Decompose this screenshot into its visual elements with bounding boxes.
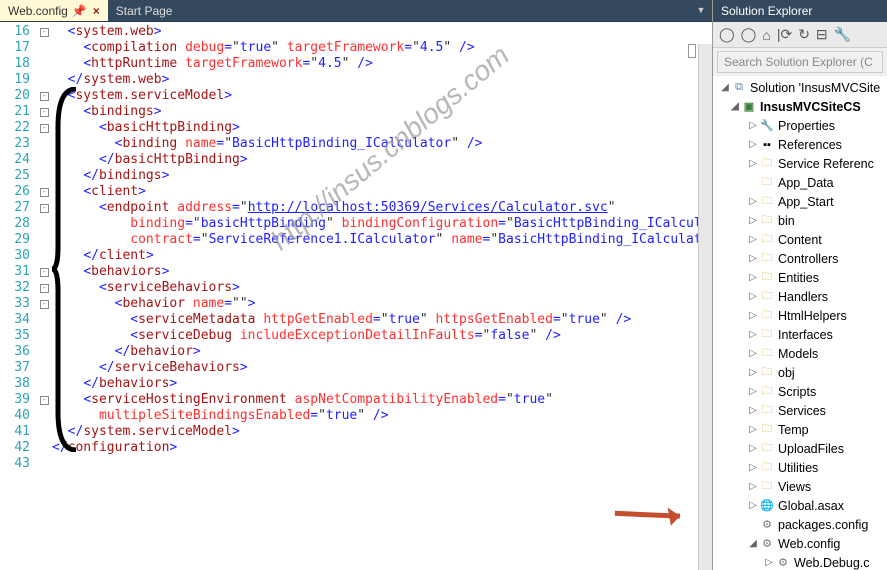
tree-item-scripts[interactable]: ▷🗀Scripts <box>713 382 887 401</box>
folder-icon: 🗀 <box>759 232 775 248</box>
solution-icon: ⧉ <box>731 80 747 96</box>
panel-title: Solution Explorer <box>713 0 887 22</box>
folder-icon: 🗀 <box>759 346 775 362</box>
tab-webconfig[interactable]: Web.config 📌 × <box>0 0 108 21</box>
folder-icon: 🗀 <box>759 156 775 172</box>
line-number-gutter: 16 17 18 19 20 21 22 23 24 25 26 27 28 2… <box>0 22 36 570</box>
tab-label: Start Page <box>116 4 173 18</box>
tab-label: Web.config <box>8 4 68 18</box>
tree-item-obj[interactable]: ▷🗀obj <box>713 363 887 382</box>
tree-item-appdata[interactable]: 🗀App_Data <box>713 173 887 192</box>
folder-icon: 🗀 <box>759 384 775 400</box>
folder-icon: 🗀 <box>759 441 775 457</box>
fold-toggle[interactable]: - <box>40 108 49 117</box>
config-icon: ⚙ <box>759 517 775 533</box>
collapse-icon[interactable]: ⊟ <box>816 26 828 43</box>
folder-icon: 🗀 <box>759 460 775 476</box>
tree-item-interfaces[interactable]: ▷🗀Interfaces <box>713 325 887 344</box>
properties-icon[interactable]: 🔧 <box>834 26 851 43</box>
tree-item-bin[interactable]: ▷🗀bin <box>713 211 887 230</box>
code-editor[interactable]: 16 17 18 19 20 21 22 23 24 25 26 27 28 2… <box>0 22 712 570</box>
folder-icon: 🗀 <box>759 289 775 305</box>
split-handle[interactable] <box>688 44 696 58</box>
fold-toggle[interactable]: - <box>40 396 49 405</box>
folder-icon: 🗀 <box>759 308 775 324</box>
fold-toggle[interactable]: - <box>40 124 49 133</box>
tree-item-webconfig[interactable]: ◢⚙Web.config <box>713 534 887 553</box>
folder-icon: 🗀 <box>759 175 775 191</box>
folder-icon: 🗀 <box>759 327 775 343</box>
tree-item-servicerefs[interactable]: ▷🗀Service Referenc <box>713 154 887 173</box>
tree-item-utilities[interactable]: ▷🗀Utilities <box>713 458 887 477</box>
folder-icon: 🗀 <box>759 194 775 210</box>
solution-tree[interactable]: ◢⧉Solution 'InsusMVCSite ◢▣InsusMVCSiteC… <box>713 76 887 570</box>
refresh-icon[interactable]: ↻ <box>798 26 810 43</box>
folder-icon: 🗀 <box>759 251 775 267</box>
folder-icon: 🗀 <box>759 213 775 229</box>
tree-item-controllers[interactable]: ▷🗀Controllers <box>713 249 887 268</box>
folder-icon: 🗀 <box>759 422 775 438</box>
tree-item-htmlhelpers[interactable]: ▷🗀HtmlHelpers <box>713 306 887 325</box>
fold-toggle[interactable]: - <box>40 284 49 293</box>
wrench-icon: 🔧 <box>759 118 775 134</box>
fold-toggle[interactable]: - <box>40 300 49 309</box>
solution-search[interactable]: Search Solution Explorer (C <box>717 51 883 73</box>
tab-overflow-dropdown[interactable]: ▼ <box>692 0 710 20</box>
tree-item-references[interactable]: ▷▪▪References <box>713 135 887 154</box>
fold-toggle[interactable]: - <box>40 268 49 277</box>
tree-item-globalasax[interactable]: ▷🌐Global.asax <box>713 496 887 515</box>
tree-item-views[interactable]: ▷🗀Views <box>713 477 887 496</box>
tree-item-handlers[interactable]: ▷🗀Handlers <box>713 287 887 306</box>
fold-toggle[interactable]: - <box>40 28 49 37</box>
editor-pane: Web.config 📌 × Start Page ▼ 16 17 18 19 … <box>0 0 712 570</box>
folder-icon: 🗀 <box>759 403 775 419</box>
fold-gutter: - - - - - - - - - - <box>36 22 52 570</box>
tree-item-temp[interactable]: ▷🗀Temp <box>713 420 887 439</box>
fold-toggle[interactable]: - <box>40 204 49 213</box>
tab-startpage[interactable]: Start Page <box>108 0 181 21</box>
tab-bar: Web.config 📌 × Start Page ▼ <box>0 0 712 22</box>
folder-icon: 🗀 <box>759 479 775 495</box>
tree-item-appstart[interactable]: ▷🗀App_Start <box>713 192 887 211</box>
tree-item-webdebug[interactable]: ▷⚙Web.Debug.c <box>713 553 887 570</box>
close-icon[interactable]: × <box>93 4 100 18</box>
home-icon[interactable]: ⌂ <box>762 27 770 43</box>
tree-item-properties[interactable]: ▷🔧Properties <box>713 116 887 135</box>
forward-icon[interactable]: ◯ <box>741 26 757 43</box>
project-node[interactable]: ◢▣InsusMVCSiteCS <box>713 97 887 116</box>
tree-item-content[interactable]: ▷🗀Content <box>713 230 887 249</box>
solution-toolbar: ◯ ◯ ⌂ |⟳ ↻ ⊟ 🔧 <box>713 22 887 48</box>
fold-toggle[interactable]: - <box>40 92 49 101</box>
code-content[interactable]: <system.web> <compilation debug="true" t… <box>52 22 712 570</box>
project-icon: ▣ <box>741 99 757 115</box>
solution-root[interactable]: ◢⧉Solution 'InsusMVCSite <box>713 78 887 97</box>
config-icon: ⚙ <box>759 536 775 552</box>
tree-item-models[interactable]: ▷🗀Models <box>713 344 887 363</box>
folder-icon: 🗀 <box>759 270 775 286</box>
tree-item-packagesconfig[interactable]: ⚙packages.config <box>713 515 887 534</box>
config-icon: ⚙ <box>775 555 791 570</box>
tree-item-entities[interactable]: ▷🗀Entities <box>713 268 887 287</box>
pin-icon[interactable]: 📌 <box>72 4 87 18</box>
tree-item-uploadfiles[interactable]: ▷🗀UploadFiles <box>713 439 887 458</box>
folder-icon: 🗀 <box>759 365 775 381</box>
back-icon[interactable]: ◯ <box>719 26 735 43</box>
globe-icon: 🌐 <box>759 498 775 514</box>
fold-toggle[interactable]: - <box>40 188 49 197</box>
tree-item-services[interactable]: ▷🗀Services <box>713 401 887 420</box>
solution-explorer: Solution Explorer ◯ ◯ ⌂ |⟳ ↻ ⊟ 🔧 Search … <box>712 0 887 570</box>
search-placeholder: Search Solution Explorer (C <box>724 55 873 69</box>
references-icon: ▪▪ <box>759 137 775 153</box>
sync-icon[interactable]: |⟳ <box>777 26 792 43</box>
vertical-scrollbar[interactable] <box>698 44 712 570</box>
